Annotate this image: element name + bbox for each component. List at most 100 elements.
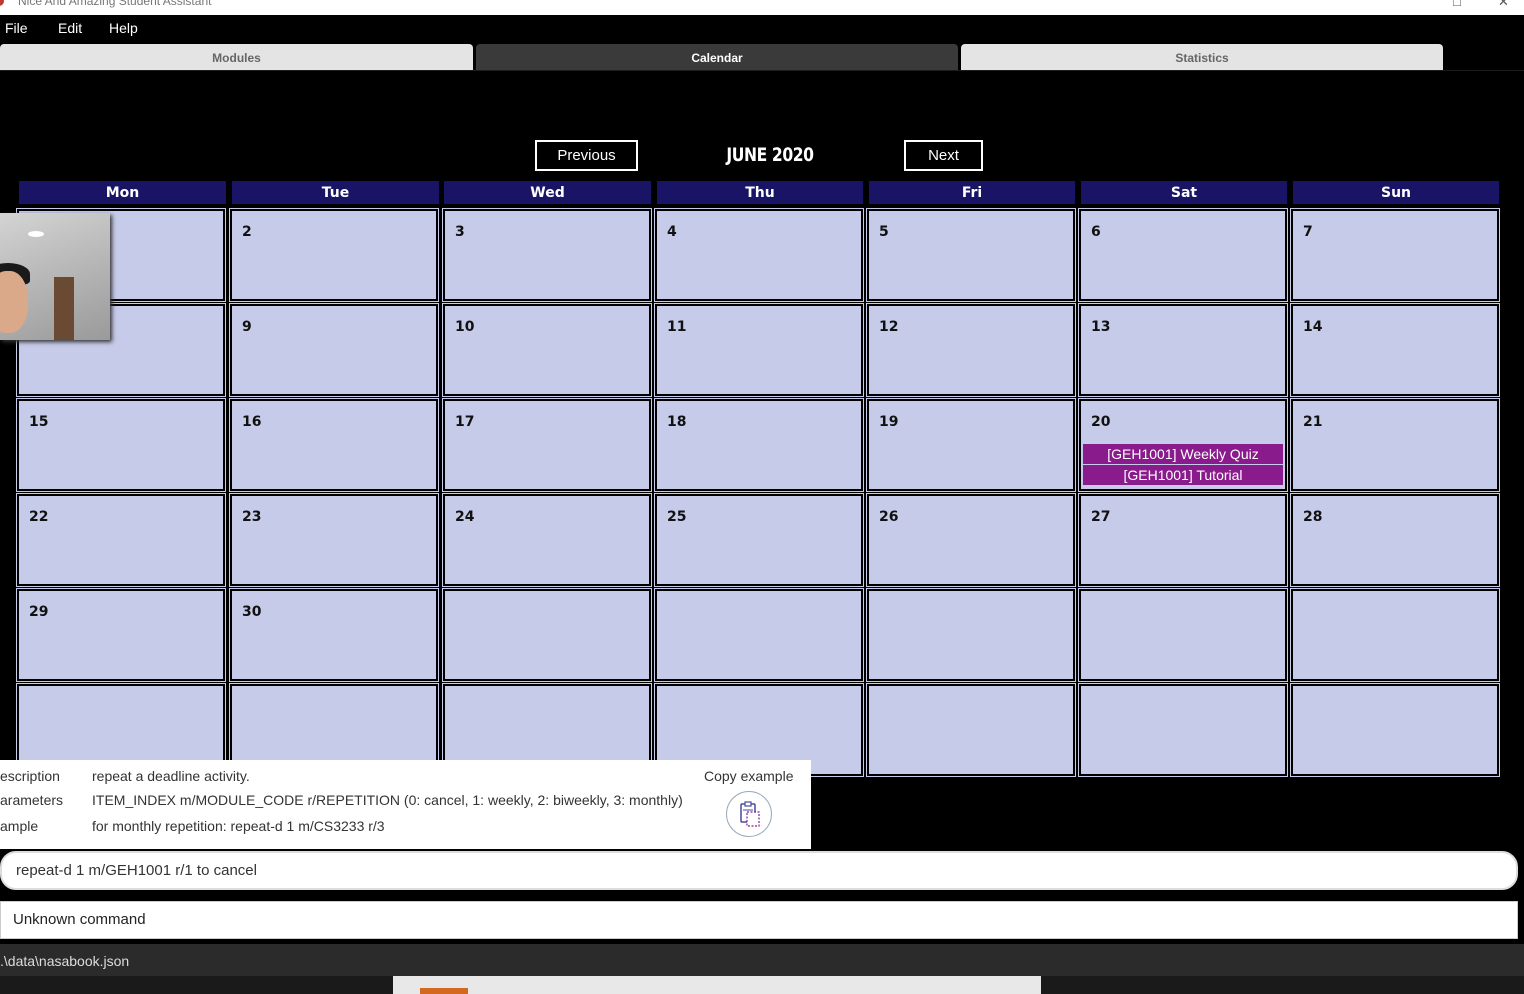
day-number: 15 [29,414,49,430]
help-parameters: ITEM_INDEX m/MODULE_CODE r/REPETITION (0… [92,792,683,808]
calendar-event[interactable]: [GEH1001] Weekly Quiz [1083,444,1283,464]
tab-calendar[interactable]: Calendar [476,44,958,70]
day-cell[interactable]: 17 [442,398,652,492]
day-number: 2 [242,224,252,240]
help-parameters-label: arameters [0,792,64,808]
copy-example-button[interactable] [726,791,772,837]
weekday-header: Thu [657,181,863,204]
webcam-overlay [0,213,110,340]
day-cell[interactable]: 10 [442,303,652,397]
day-number: 22 [29,509,49,525]
status-bar: .\data\nasabook.json [0,944,1524,976]
menu-bar: File Edit Help [0,15,1524,42]
day-cell[interactable] [654,588,864,682]
close-icon[interactable]: ✕ [1498,0,1509,10]
day-cell[interactable]: 27 [1078,493,1288,587]
day-cell[interactable]: 2 [229,208,439,302]
ceiling-light [28,231,44,237]
day-cell[interactable]: 30 [229,588,439,682]
day-cell[interactable]: 19 [866,398,1076,492]
window-title-bar: Nice And Amazing Student Assistant □ ✕ [0,0,1524,15]
day-number: 9 [242,319,252,335]
weekday-header: Mon [19,181,226,204]
copy-example-label: Copy example [704,768,794,784]
day-cell[interactable]: 9 [229,303,439,397]
day-cell[interactable]: 25 [654,493,864,587]
weekday-header: Sat [1081,181,1287,204]
day-number: 28 [1303,509,1323,525]
day-cell[interactable]: 3 [442,208,652,302]
window-title: Nice And Amazing Student Assistant [18,0,212,8]
day-cell[interactable] [1290,683,1500,777]
day-number: 23 [242,509,262,525]
maximize-icon[interactable]: □ [1453,0,1461,9]
day-number: 20 [1091,414,1111,430]
menu-file[interactable]: File [5,20,28,36]
day-cell[interactable]: 11 [654,303,864,397]
day-cell[interactable]: 14 [1290,303,1500,397]
next-month-button[interactable]: Next [904,140,983,171]
result-message: Unknown command [13,911,146,928]
command-input[interactable] [14,861,1508,880]
day-cell[interactable] [1078,683,1288,777]
day-number: 3 [455,224,465,240]
day-number: 7 [1303,224,1313,240]
day-cell[interactable]: 23 [229,493,439,587]
day-cell[interactable]: 18 [654,398,864,492]
tab-statistics[interactable]: Statistics [961,44,1443,70]
day-cell[interactable] [866,588,1076,682]
day-number: 30 [242,604,262,620]
day-number: 26 [879,509,899,525]
command-help-panel: escription repeat a deadline activity. a… [0,760,811,849]
day-number: 11 [667,319,687,335]
day-cell[interactable]: 21 [1290,398,1500,492]
taskbar-app-indicator [420,988,468,994]
day-cell[interactable]: 5 [866,208,1076,302]
weekday-header: Tue [232,181,439,204]
day-number: 10 [455,319,475,335]
day-cell[interactable]: 15 [16,398,226,492]
day-cell[interactable]: 28 [1290,493,1500,587]
day-cell[interactable]: 24 [442,493,652,587]
tab-divider [0,70,1524,71]
weekday-header: Sun [1293,181,1499,204]
day-cell[interactable]: 7 [1290,208,1500,302]
day-cell[interactable] [1290,588,1500,682]
weekday-header: Wed [444,181,651,204]
month-title: JUNE 2020 [726,144,814,166]
day-cell[interactable]: 22 [16,493,226,587]
save-file-path: .\data\nasabook.json [0,953,130,969]
day-number: 13 [1091,319,1111,335]
day-cell[interactable]: 6 [1078,208,1288,302]
help-description: repeat a deadline activity. [92,768,250,784]
menu-edit[interactable]: Edit [58,20,82,36]
day-cell[interactable]: 13 [1078,303,1288,397]
command-box[interactable] [0,851,1518,890]
day-cell[interactable] [442,588,652,682]
day-number: 18 [667,414,687,430]
menu-help[interactable]: Help [109,20,138,36]
day-cell[interactable]: 29 [16,588,226,682]
previous-month-button[interactable]: Previous [535,140,638,171]
day-cell[interactable] [866,683,1076,777]
day-number: 14 [1303,319,1323,335]
day-number: 21 [1303,414,1323,430]
day-cell[interactable]: 26 [866,493,1076,587]
day-cell[interactable] [1078,588,1288,682]
day-number: 5 [879,224,889,240]
day-cell[interactable]: 4 [654,208,864,302]
background-door [54,277,74,340]
tab-modules[interactable]: Modules [0,44,473,70]
help-description-label: escription [0,768,60,784]
day-cell[interactable]: 16 [229,398,439,492]
result-display: Unknown command [0,901,1518,939]
day-number: 16 [242,414,262,430]
calendar-event[interactable]: [GEH1001] Tutorial [1083,465,1283,485]
day-cell[interactable]: 12 [866,303,1076,397]
day-cell[interactable]: 20 [GEH1001] Weekly Quiz [GEH1001] Tutor… [1078,398,1288,492]
day-number: 29 [29,604,49,620]
day-number: 12 [879,319,899,335]
day-number: 4 [667,224,677,240]
help-example-label: ample [0,818,39,834]
day-number: 27 [1091,509,1111,525]
